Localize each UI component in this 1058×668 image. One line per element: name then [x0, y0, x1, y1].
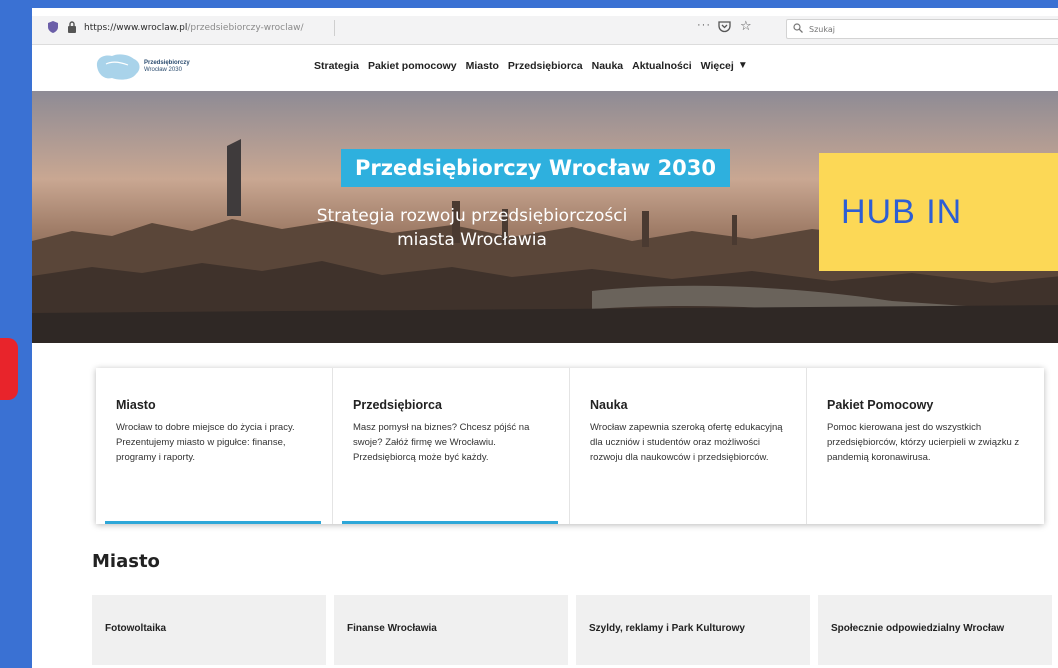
logo-map-icon — [96, 54, 140, 80]
nav-aktualnosci[interactable]: Aktualności — [632, 60, 692, 72]
card-przedsiebiorca[interactable]: Przedsiębiorca Masz pomysł na biznes? Ch… — [333, 368, 570, 524]
chevron-down-icon[interactable]: ▼ — [738, 60, 748, 72]
tile-label: Finanse Wrocławia — [347, 623, 437, 634]
url-text[interactable]: https://www.wroclaw.pl/przedsiebiorczy-w… — [84, 23, 304, 33]
card-title: Pakiet Pomocowy — [827, 398, 934, 412]
card-title: Miasto — [116, 398, 156, 412]
nav-nauka[interactable]: Nauka — [592, 60, 624, 72]
red-side-tab — [0, 338, 18, 400]
tile-szyldy-reklamy[interactable]: Szyldy, reklamy i Park Kulturowy — [576, 595, 810, 665]
feature-cards: Miasto Wrocław to dobre miejsce do życia… — [96, 368, 1044, 524]
pocket-icon[interactable] — [718, 20, 731, 33]
card-text: Wrocław zapewnia szeroką ofertę edukacyj… — [590, 422, 783, 463]
tile-spolecznie-odpowiedzialny[interactable]: Społecznie odpowiedzialny Wrocław — [818, 595, 1052, 665]
card-active-bar — [105, 521, 321, 524]
card-text: Wrocław to dobre miejsce do życia i prac… — [116, 422, 295, 463]
bookmark-star-icon[interactable]: ☆ — [740, 18, 752, 34]
card-pakiet-pomocowy[interactable]: Pakiet Pomocowy Pomoc kierowana jest do … — [807, 368, 1044, 524]
nav-pakiet-pomocowy[interactable]: Pakiet pomocowy — [368, 60, 457, 72]
address-bar[interactable]: https://www.wroclaw.pl/przedsiebiorczy-w… — [32, 16, 1058, 45]
logo-line2: Wrocław 2030 — [144, 67, 182, 73]
hub-overlay-banner: HUB IN — [819, 153, 1058, 271]
hero-subtitle-line2: miasta Wrocławia — [397, 230, 547, 250]
section-title: Miasto — [92, 551, 160, 572]
search-icon — [793, 23, 803, 33]
browser-window: https://www.wroclaw.pl/przedsiebiorczy-w… — [32, 8, 1058, 668]
nav-wiecej[interactable]: Więcej — [701, 60, 734, 72]
main-menu: Strategia Pakiet pomocowy Miasto Przedsi… — [314, 60, 748, 72]
nav-miasto[interactable]: Miasto — [466, 60, 499, 72]
nav-przedsiebiorca[interactable]: Przedsiębiorca — [508, 60, 583, 72]
nav-strategia[interactable]: Strategia — [314, 60, 359, 72]
card-active-bar — [342, 521, 558, 524]
card-text: Pomoc kierowana jest do wszystkich przed… — [827, 422, 1020, 463]
tile-fotowoltaika[interactable]: Fotowoltaika — [92, 595, 326, 665]
lock-icon — [68, 21, 76, 33]
hero-title: Przedsiębiorczy Wrocław 2030 — [341, 149, 731, 187]
section-tiles: Fotowoltaika Finanse Wrocławia Szyldy, r… — [92, 595, 1052, 665]
card-title: Przedsiębiorca — [353, 398, 442, 412]
tile-label: Szyldy, reklamy i Park Kulturowy — [589, 623, 745, 634]
card-nauka[interactable]: Nauka Wrocław zapewnia szeroką ofertę ed… — [570, 368, 807, 524]
page-actions-icon[interactable]: ··· — [697, 19, 711, 31]
site-logo[interactable]: Przedsiębiorczy Wrocław 2030 — [94, 52, 204, 82]
logo-line1: Przedsiębiorczy — [144, 60, 190, 66]
card-title: Nauka — [590, 398, 628, 412]
card-miasto[interactable]: Miasto Wrocław to dobre miejsce do życia… — [96, 368, 333, 524]
shield-icon — [48, 21, 58, 33]
hero-subtitle-line1: Strategia rozwoju przedsiębiorczości — [316, 206, 628, 226]
card-text: Masz pomysł na biznes? Chcesz pójść na s… — [353, 422, 530, 463]
tile-label: Społecznie odpowiedzialny Wrocław — [831, 623, 1005, 634]
tile-finanse-wroclawia[interactable]: Finanse Wrocławia — [334, 595, 568, 665]
hero-subtitle: Strategia rozwoju przedsiębiorczości mia… — [297, 204, 647, 252]
search-input[interactable] — [807, 21, 1058, 37]
tile-label: Fotowoltaika — [105, 623, 167, 634]
divider — [334, 20, 335, 36]
search-box[interactable] — [786, 19, 1058, 39]
site-header: Przedsiębiorczy Wrocław 2030 Strategia P… — [32, 45, 1058, 91]
